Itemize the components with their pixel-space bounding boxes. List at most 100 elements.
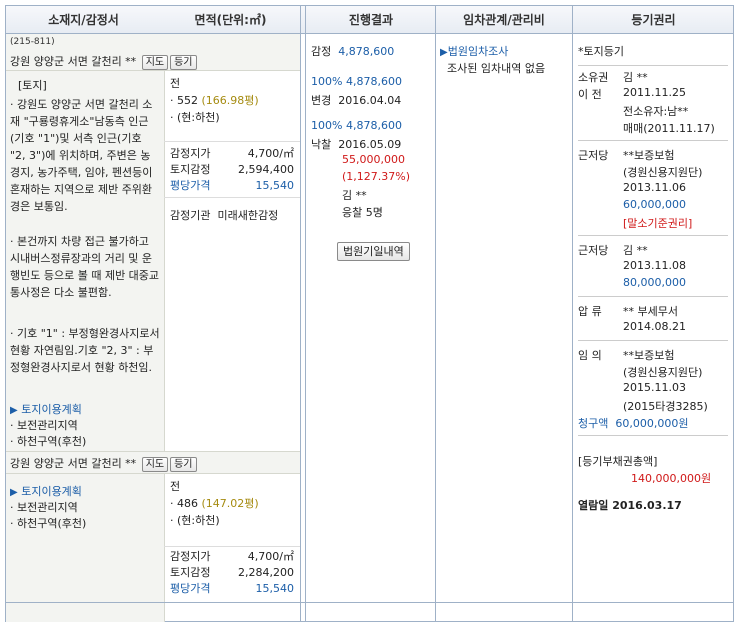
auction-name: **보증보험 (623, 349, 675, 362)
transfer-from: 전소유자:남** (623, 105, 689, 118)
parcel2-address-bar: 강원 양양군 서면 갈천리 ** 지도 등기 (6, 451, 300, 474)
mortgage1-amount: 60,000,000 (623, 198, 686, 211)
parcel2-address-line: 강원 양양군 서면 갈천리 ** 지도 등기 (10, 455, 197, 472)
claim-row: 청구액 60,000,000원 (578, 417, 689, 430)
sale-percent: (1,127.37%) (342, 170, 411, 183)
divider (578, 340, 728, 341)
appraisal-row: 감정 4,878,600 (311, 45, 395, 58)
transfer-type: 매매(2011.11.17) (623, 122, 715, 135)
price-label: 토지감정 (170, 566, 211, 579)
desc-item: · 강원도 양양군 서면 갈천리 소재 "구룡령휴게소"남동측 인근(기호 "1… (10, 98, 153, 213)
price-label: 평당가격 (170, 582, 211, 595)
desc-item: · 본건까지 차량 접근 불가하고 시내버스정류장과의 거리 및 운행빈도 등으… (10, 235, 160, 299)
parcel1-registry-button[interactable]: 등기 (170, 55, 197, 70)
appraiser: 감정기관 미래새한감정 (170, 209, 279, 222)
parcel1-address-line: 강원 양양군 서면 갈천리 ** 지도 등기 (10, 53, 197, 70)
buyer: 김 ** (342, 189, 367, 202)
area-value: · 552 (166.98평) (170, 94, 259, 107)
land-plan-item: · 하천구역(후천) (10, 435, 87, 448)
header-progress: 진행결과 (348, 13, 394, 27)
price-value: 4,700/㎡ (247, 550, 294, 563)
mortgage1-name: **보증보험 (623, 149, 675, 162)
parcel2-registry-button[interactable]: 등기 (170, 457, 197, 472)
bidders: 응찰 5명 (342, 206, 383, 219)
seizure-label: 압 류 (578, 305, 602, 318)
postal-code: (215-811) (10, 37, 55, 47)
auction-detail-table: 소재지/감정서 면적(단위:㎡) 진행결과 임차관계/관리비 등기권리 (215… (5, 5, 734, 622)
seizure-date: 2014.08.21 (623, 320, 686, 333)
desc-header: [토지] (18, 79, 47, 92)
mortgage2-amount: 80,000,000 (623, 276, 686, 289)
divider (578, 296, 728, 297)
transfer-label: 이 전 (578, 88, 602, 101)
mortgage2-label: 근저당 (578, 244, 609, 257)
divider (164, 197, 300, 198)
tenancy-note: 조사된 임차내역 없음 (447, 62, 546, 75)
parcel2-area: 전 · 486 (147.02평) · (현:하천) 감정지가 4,700/㎡ … (164, 474, 300, 622)
debt-amount: 140,000,000원 (631, 472, 712, 485)
triangle-right-icon: ▶ (440, 47, 448, 58)
header-registry: 등기권리 (631, 13, 676, 27)
parcel1-area: 전 · 552 (166.98평) · (현:하천) 감정지가 4,700/㎡ … (164, 71, 300, 451)
price-value: 2,594,400 (238, 163, 294, 176)
tenancy-survey-link[interactable]: ▶법원임차조사 (440, 43, 508, 59)
triangle-right-icon: ▶ (10, 405, 18, 416)
auction-date: 2015.11.03 (623, 381, 686, 394)
land-type: 전 (170, 480, 181, 493)
table-body: (215-811) 강원 양양군 서면 갈천리 ** 지도 등기 [토지] · 강… (6, 34, 735, 622)
owner-name: 김 ** (623, 71, 648, 84)
registry-title: *토지등기 (578, 45, 624, 58)
progress-column: 감정 4,878,600 100% 4,878,600 변경 2016.04.0… (306, 34, 435, 621)
mortgage1-date: 2013.11.06 (623, 181, 686, 194)
divider (578, 65, 728, 66)
desc-item: · 기호 "1" : 부정형완경사지로서 현황 자연림임.기호 "2, 3" :… (10, 327, 160, 374)
land-plan-item: · 하천구역(후천) (10, 517, 87, 530)
parcel1-address-bar: (215-811) 강원 양양군 서면 갈천리 ** 지도 등기 (6, 34, 300, 71)
area-note: · (현:하천) (170, 514, 220, 527)
price-label: 평당가격 (170, 179, 211, 192)
tenancy-column: ▶법원임차조사 조사된 임차내역 없음 (436, 34, 572, 621)
header-tenancy: 임차관계/관리비 (463, 13, 545, 27)
price-value: 4,700/㎡ (247, 147, 294, 160)
price-label: 감정지가 (170, 550, 211, 563)
divider (578, 235, 728, 236)
mortgage2-name: 김 ** (623, 244, 648, 257)
divider (578, 435, 728, 436)
area-note: · (현:하천) (170, 111, 220, 124)
round2-price: 100% 4,878,600 (311, 119, 402, 132)
round1-result: 변경 2016.04.04 (311, 94, 402, 107)
parcel1-map-button[interactable]: 지도 (141, 55, 169, 70)
price-value: 15,540 (255, 582, 295, 595)
debt-title: [등기부채권총액] (578, 455, 658, 468)
viewed-date: 열람일 2016.03.17 (578, 499, 682, 512)
land-plan-item: · 보전관리지역 (10, 501, 78, 514)
triangle-right-icon: ▶ (10, 487, 18, 498)
parcel2-map-button[interactable]: 지도 (141, 457, 169, 472)
mortgage1-label: 근저당 (578, 149, 609, 162)
mortgage1-org: (경원신용지원단) (623, 166, 703, 179)
registry-column: *토지등기 소유권 김 ** 이 전 2011.11.25 전소유자:남** 매… (573, 34, 735, 621)
header-area: 면적(단위:㎡) (194, 13, 267, 27)
land-type: 전 (170, 77, 181, 90)
owner-label: 소유권 (578, 71, 609, 84)
header-location: 소재지/감정서 (48, 13, 119, 27)
price-label: 감정지가 (170, 147, 211, 160)
parcel2-address: 강원 양양군 서면 갈천리 ** (10, 457, 137, 470)
parcel1-description: [토지] · 강원도 양양군 서면 갈천리 소재 "구룡령휴게소"남동측 인근(… (6, 71, 164, 451)
auction-org: (경원신용지원단) (623, 366, 703, 379)
area-value: · 486 (147.02평) (170, 497, 259, 510)
round2-result: 낙찰 2016.05.09 (311, 138, 402, 151)
court-history-button[interactable]: 법원기일내역 (335, 242, 410, 261)
price-label: 토지감정 (170, 163, 211, 176)
seizure-name: ** 부세무서 (623, 305, 678, 318)
price-value: 2,284,200 (238, 566, 294, 579)
parcel2-description: ▶ 토지이용계획 · 보전관리지역 · 하천구역(후천) (6, 474, 164, 622)
divider (578, 140, 728, 141)
mortgage1-note: [말소기준권리] (623, 217, 693, 230)
divider (164, 546, 300, 547)
auction-label: 임 의 (578, 349, 602, 362)
sale-price: 55,000,000 (342, 153, 405, 166)
mortgage2-date: 2013.11.08 (623, 259, 686, 272)
owner-date: 2011.11.25 (623, 86, 686, 99)
land-plan-item: · 보전관리지역 (10, 419, 78, 432)
